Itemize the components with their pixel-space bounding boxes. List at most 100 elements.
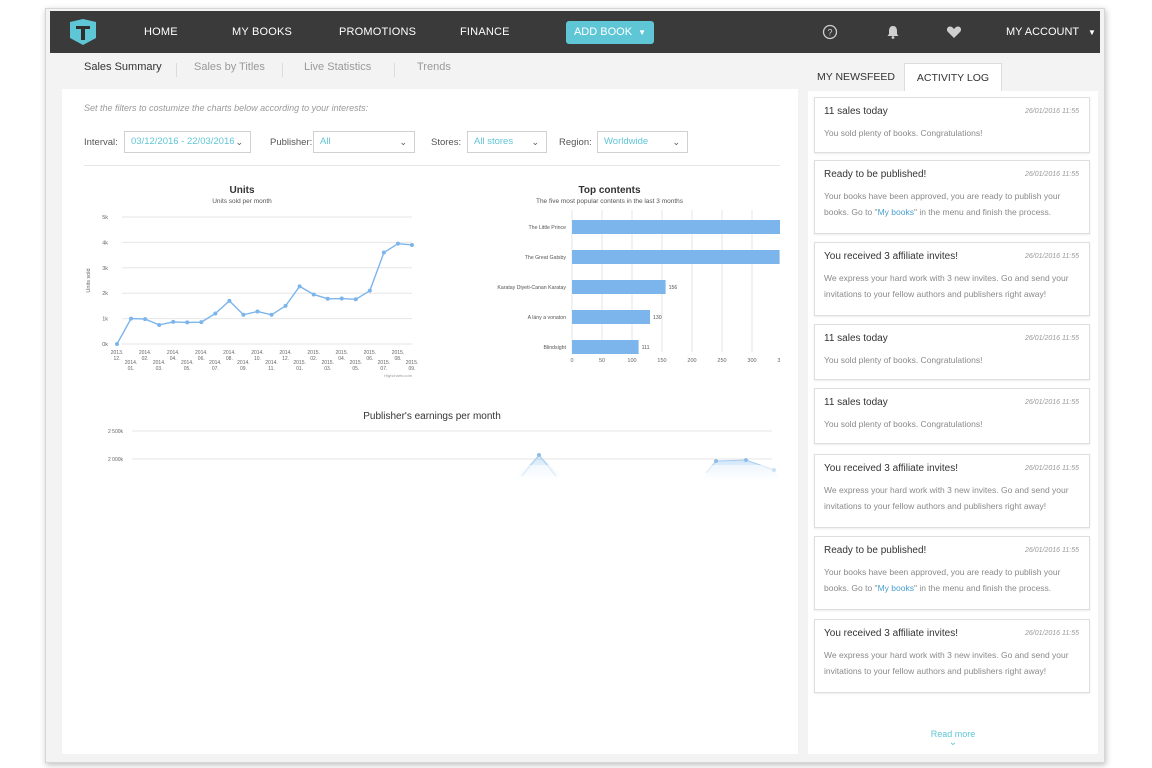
x-tick-label: 50 [599,358,605,364]
data-point [395,241,400,246]
data-point [744,458,748,462]
nav-promotions[interactable]: PROMOTIONS [339,11,416,53]
logo-icon[interactable] [68,18,98,46]
activity-card[interactable]: You received 3 affiliate invites! 26/01/… [814,242,1090,316]
data-point [227,298,232,303]
interval-select[interactable]: 03/12/2016 - 22/03/2016 ⌄ [124,131,251,153]
activity-card-body: You sold plenty of books. Congratulation… [824,419,983,429]
data-point [199,320,204,325]
data-point [339,296,344,301]
add-book-button[interactable]: ADD BOOK ▼ [566,21,654,44]
chevron-down-icon: ⌄ [235,137,243,147]
sales-summary-panel: Set the filters to costumize the charts … [62,89,798,754]
data-point [353,297,358,302]
my-books-link[interactable]: My books [878,583,914,593]
publisher-select[interactable]: All ⌄ [313,131,415,153]
category-label: The Little Prince [529,225,567,231]
my-account-menu[interactable]: MY ACCOUNT ▼ [1006,11,1096,53]
divider [84,165,780,166]
tab-my-newsfeed[interactable]: MY NEWSFEED [808,63,904,91]
category-label: Karatay Diyeti-Canan Karatay [497,285,566,291]
fade-overlay [82,465,782,491]
y-tick-label: 1k [102,317,108,323]
category-label: The Great Gatsby [525,255,567,261]
tab-activity-log[interactable]: ACTIVITY LOG [904,63,1002,91]
data-point [157,322,162,327]
bar [572,220,780,234]
my-account-label: MY ACCOUNT [1006,26,1079,38]
nav-finance[interactable]: FINANCE [460,11,510,53]
help-icon[interactable]: ? [821,23,839,41]
data-point [171,319,176,324]
x-tick-label: 150 [657,358,666,364]
data-point [325,296,330,301]
x-tick-label: 2014. 10. [251,350,264,362]
data-point [143,317,148,322]
region-select[interactable]: Worldwide ⌄ [597,131,688,153]
data-point [129,316,134,321]
x-tick-label: 2014. 02. [139,350,152,362]
tab-sales-by-titles[interactable]: Sales by Titles [194,61,265,73]
read-more-link[interactable]: Read more ⌄ [808,729,1098,748]
bar [572,310,650,324]
activity-card-body: Your books have been approved, you are r… [824,564,1080,596]
data-point [115,342,119,346]
activity-card[interactable]: Ready to be published! 26/01/2016 11:55 … [814,536,1090,610]
data-label: 111 [642,345,650,351]
activity-card-date: 26/01/2016 11:55 [1025,171,1079,178]
region-value: Worldwide [604,136,649,147]
body-text: " in the menu and finish the process. [913,207,1052,217]
y-axis-label: Units sold [86,268,92,292]
x-tick-label: 2015. 07. [378,360,391,372]
heart-icon[interactable] [945,23,963,41]
x-tick-label: 2014. 06. [195,350,208,362]
data-point [185,320,190,325]
activity-card[interactable]: 11 sales today 26/01/2016 11:55 You sold… [814,388,1090,444]
bell-icon[interactable] [884,23,902,41]
units-chart-title: Units [229,185,255,196]
activity-card-body: You sold plenty of books. Congratulation… [824,128,983,138]
data-label: 156 [669,285,678,291]
activity-card-date: 26/01/2016 11:55 [1025,253,1079,260]
my-books-link[interactable]: My books [878,207,914,217]
stores-value: All stores [474,136,514,147]
chevron-down-icon: ⌄ [531,137,539,147]
y-tick-label: 2 500k [108,429,124,435]
activity-card[interactable]: Ready to be published! 26/01/2016 11:55 … [814,160,1090,234]
x-tick-label: 2014. 05. [181,360,194,372]
bar [572,340,639,354]
tab-divider [282,63,283,77]
x-tick-label: 2014. 12. [279,350,292,362]
tab-sales-summary[interactable]: Sales Summary [84,61,162,73]
chevron-down-icon: ⌄ [399,137,407,147]
svg-text:?: ? [827,28,832,38]
tab-live-statistics[interactable]: Live Statistics [304,61,371,73]
activity-card-date: 26/01/2016 11:55 [1025,630,1079,637]
tab-divider [176,63,177,77]
activity-card-body: We express your hard work with 3 new inv… [824,650,1069,676]
activity-card-body: Your books have been approved, you are r… [824,188,1080,220]
x-tick-label: 2014. 07. [209,360,222,372]
nav-my-books[interactable]: MY BOOKS [232,11,292,53]
filters-hint: Set the filters to costumize the charts … [84,103,369,113]
x-tick-label: 2015. 03. [321,360,334,372]
data-point [714,459,718,463]
nav-home[interactable]: HOME [144,11,178,53]
activity-card[interactable]: You received 3 affiliate invites! 26/01/… [814,619,1090,693]
top-navigation-bar: HOME MY BOOKS PROMOTIONS FINANCE ADD BOO… [50,11,1100,53]
activity-card[interactable]: 11 sales today 26/01/2016 11:55 You sold… [814,97,1090,153]
activity-card[interactable]: 11 sales today 26/01/2016 11:55 You sold… [814,324,1090,380]
tab-trends[interactable]: Trends [417,61,451,73]
units-line-chart: 0k1k2k3k4k5kUnits sold2013. 12.2014. 01.20… [86,215,418,378]
activity-card[interactable]: You received 3 affiliate invites! 26/01/… [814,454,1090,528]
data-label: 130 [653,315,662,321]
stores-select[interactable]: All stores ⌄ [467,131,547,153]
x-tick-label: 2015. 08. [392,350,405,362]
category-label: A lány a vonaton [528,315,566,321]
chevron-down-icon: ⌄ [672,137,680,147]
x-tick-label: 2014. 11. [265,360,278,372]
publisher-value: All [320,136,331,147]
data-point [213,311,218,316]
x-tick-label: 2014. 01. [125,360,138,372]
interval-value: 03/12/2016 - 22/03/2016 [131,136,235,147]
